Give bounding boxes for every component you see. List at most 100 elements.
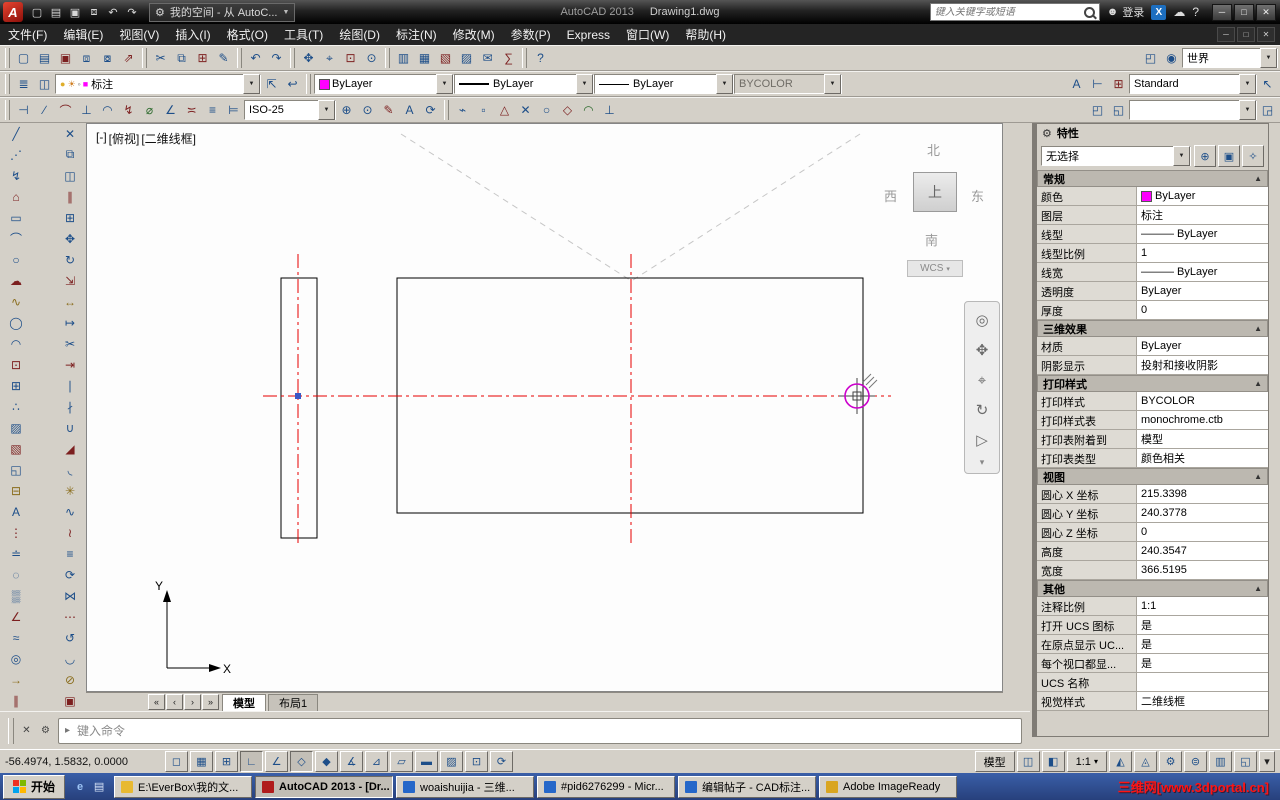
trim-icon[interactable]: ✂ bbox=[60, 333, 81, 354]
menu-edit[interactable]: 编辑(E) bbox=[55, 24, 111, 45]
taskbar-item-browser2[interactable]: #pid6276299 - Micr... bbox=[537, 775, 676, 798]
property-value[interactable]: 标注 bbox=[1137, 206, 1268, 224]
workspace-switching-icon[interactable]: ⚙ bbox=[1159, 751, 1182, 772]
zoom-extents-icon[interactable]: ⌖ bbox=[969, 365, 995, 395]
group-icon[interactable]: ▣ bbox=[60, 690, 81, 711]
tool-palettes-icon[interactable]: ▧ bbox=[435, 48, 456, 69]
properties-icon[interactable]: ▥ bbox=[393, 48, 414, 69]
visual-style-button[interactable]: [二维线框] bbox=[141, 130, 196, 147]
search-input[interactable] bbox=[930, 6, 1080, 18]
move-icon[interactable]: ✥ bbox=[60, 228, 81, 249]
viewcube-north[interactable]: 北 bbox=[927, 140, 940, 159]
polyline-icon[interactable]: ↯ bbox=[6, 165, 27, 186]
orbit-icon[interactable]: ↻ bbox=[969, 395, 995, 425]
fillet-icon[interactable]: ◟ bbox=[60, 459, 81, 480]
quicklaunch-desktop-icon[interactable]: ▤ bbox=[91, 779, 107, 795]
overkill-icon[interactable]: ⊘ bbox=[60, 669, 81, 690]
offset-icon[interactable]: ∥ bbox=[60, 186, 81, 207]
collapse-icon[interactable]: ▲ bbox=[1254, 379, 1262, 388]
view-next-icon[interactable]: ◱ bbox=[1108, 100, 1129, 121]
zoom-realtime-icon[interactable]: ⌖ bbox=[319, 48, 340, 69]
selection-combo[interactable]: 无选择 ▼ bbox=[1041, 146, 1191, 166]
insert-block-icon[interactable]: ⊡ bbox=[6, 354, 27, 375]
dim-update-icon[interactable]: ⟳ bbox=[420, 100, 441, 121]
chevron-down-icon[interactable]: ▼ bbox=[1239, 100, 1256, 120]
help-icon[interactable]: ? bbox=[1192, 5, 1199, 19]
scale-icon[interactable]: ⇲ bbox=[60, 270, 81, 291]
annotation-visibility-icon[interactable]: ◭ bbox=[1109, 751, 1132, 772]
help-icon[interactable]: ? bbox=[530, 48, 551, 69]
doc-minimize-button[interactable]: ─ bbox=[1217, 27, 1235, 42]
snap-intersection-icon[interactable]: ✕ bbox=[515, 100, 536, 121]
dim-edit-icon[interactable]: ✎ bbox=[378, 100, 399, 121]
snap-quadrant-icon[interactable]: ◇ bbox=[557, 100, 578, 121]
point-icon[interactable]: ∴ bbox=[6, 396, 27, 417]
textstyle-combo[interactable]: Standard ▼ bbox=[1129, 74, 1257, 94]
cloud-icon[interactable]: ☁ bbox=[1173, 5, 1185, 19]
property-value[interactable]: 240.3547 bbox=[1137, 542, 1268, 560]
zoom-window-icon[interactable]: ⊡ bbox=[340, 48, 361, 69]
quickcalc-icon[interactable]: ∑ bbox=[498, 48, 519, 69]
quicklaunch-ie-icon[interactable]: e bbox=[72, 779, 88, 795]
collapse-icon[interactable]: ▲ bbox=[1254, 584, 1262, 593]
mtext-icon[interactable]: A bbox=[6, 501, 27, 522]
property-value[interactable]: 模型 bbox=[1137, 430, 1268, 448]
pan-icon[interactable]: ✥ bbox=[298, 48, 319, 69]
open-icon[interactable]: ▤ bbox=[34, 48, 55, 69]
layer-freeze-icon[interactable]: ☀ bbox=[67, 79, 75, 90]
divide-icon[interactable]: ⋮ bbox=[6, 522, 27, 543]
chevron-down-icon[interactable]: ▼ bbox=[1239, 74, 1256, 94]
table-icon[interactable]: ⊟ bbox=[6, 480, 27, 501]
redo-icon[interactable]: ↷ bbox=[123, 3, 141, 21]
erase-icon[interactable]: ✕ bbox=[60, 123, 81, 144]
property-value[interactable]: 366.5195 bbox=[1137, 561, 1268, 579]
snap-tangent-icon[interactable]: ◠ bbox=[578, 100, 599, 121]
close-button[interactable]: ✕ bbox=[1256, 3, 1276, 21]
plot-preview-icon[interactable]: ⧇ bbox=[97, 48, 118, 69]
toolbar-grip[interactable] bbox=[290, 48, 295, 68]
layer-lock-icon[interactable]: ◦ bbox=[78, 79, 81, 90]
cut-icon[interactable]: ✂ bbox=[150, 48, 171, 69]
grid-display-icon[interactable]: ⊞ bbox=[215, 751, 238, 772]
redo-icon[interactable]: ↷ bbox=[266, 48, 287, 69]
quick-view-drawings-icon[interactable]: ◧ bbox=[1041, 751, 1065, 772]
viewcube-top-face[interactable]: 上 bbox=[913, 172, 957, 212]
quick-properties-icon[interactable]: ⊡ bbox=[465, 751, 488, 772]
selection-cycling-icon[interactable]: ⟳ bbox=[490, 751, 513, 772]
copy-icon[interactable]: ⧉ bbox=[171, 48, 192, 69]
table-style-icon[interactable]: ⊞ bbox=[1108, 74, 1129, 95]
spline-edit-icon[interactable]: ≀ bbox=[60, 522, 81, 543]
viewcube-wcs-menu[interactable]: WCS ▾ bbox=[907, 260, 963, 277]
property-value[interactable]: ByLayer bbox=[1137, 187, 1268, 205]
hardware-accel-icon[interactable]: ▥ bbox=[1209, 751, 1232, 772]
3d-object-snap-icon[interactable]: ◆ bbox=[315, 751, 338, 772]
chevron-down-icon[interactable]: ▼ bbox=[436, 74, 453, 94]
save-icon[interactable]: ▣ bbox=[55, 48, 76, 69]
pedit-icon[interactable]: ∿ bbox=[60, 501, 81, 522]
circle-icon[interactable]: ○ bbox=[6, 249, 27, 270]
collapse-icon[interactable]: ▲ bbox=[1254, 472, 1262, 481]
tab-scroll-button[interactable]: « bbox=[148, 694, 165, 710]
linear-dimension-icon[interactable]: ⊣ bbox=[13, 100, 34, 121]
exchange-apps-icon[interactable]: X bbox=[1151, 4, 1167, 20]
reverse-icon[interactable]: ↺ bbox=[60, 627, 81, 648]
doc-restore-button[interactable]: □ bbox=[1237, 27, 1255, 42]
align-icon[interactable]: ≡ bbox=[60, 543, 81, 564]
color-combo[interactable]: ByLayer ▼ bbox=[314, 74, 454, 94]
blend-icon[interactable]: ◡ bbox=[60, 648, 81, 669]
menu-modify[interactable]: 修改(M) bbox=[445, 24, 503, 45]
arc-length-icon[interactable]: ⌒ bbox=[55, 100, 76, 121]
navigation-wheel-icon[interactable]: ◎ bbox=[969, 305, 995, 335]
property-value[interactable]: ――― ByLayer bbox=[1137, 225, 1268, 243]
coordinates-readout[interactable]: -56.4974, 1.5832, 0.0000 bbox=[5, 756, 163, 768]
array-icon[interactable]: ⊞ bbox=[60, 207, 81, 228]
property-value[interactable]: 是 bbox=[1137, 616, 1268, 634]
view-control-button[interactable]: [俯视] bbox=[109, 130, 140, 147]
extend-icon[interactable]: ⇥ bbox=[60, 354, 81, 375]
property-value[interactable]: ――― ByLayer bbox=[1137, 263, 1268, 281]
app-menu-button[interactable]: A bbox=[3, 2, 23, 22]
save-icon[interactable]: ▣ bbox=[66, 3, 84, 21]
mirror-icon[interactable]: ◫ bbox=[60, 165, 81, 186]
property-value[interactable]: monochrome.ctb bbox=[1137, 411, 1268, 429]
quick-dim-icon[interactable]: ≍ bbox=[181, 100, 202, 121]
